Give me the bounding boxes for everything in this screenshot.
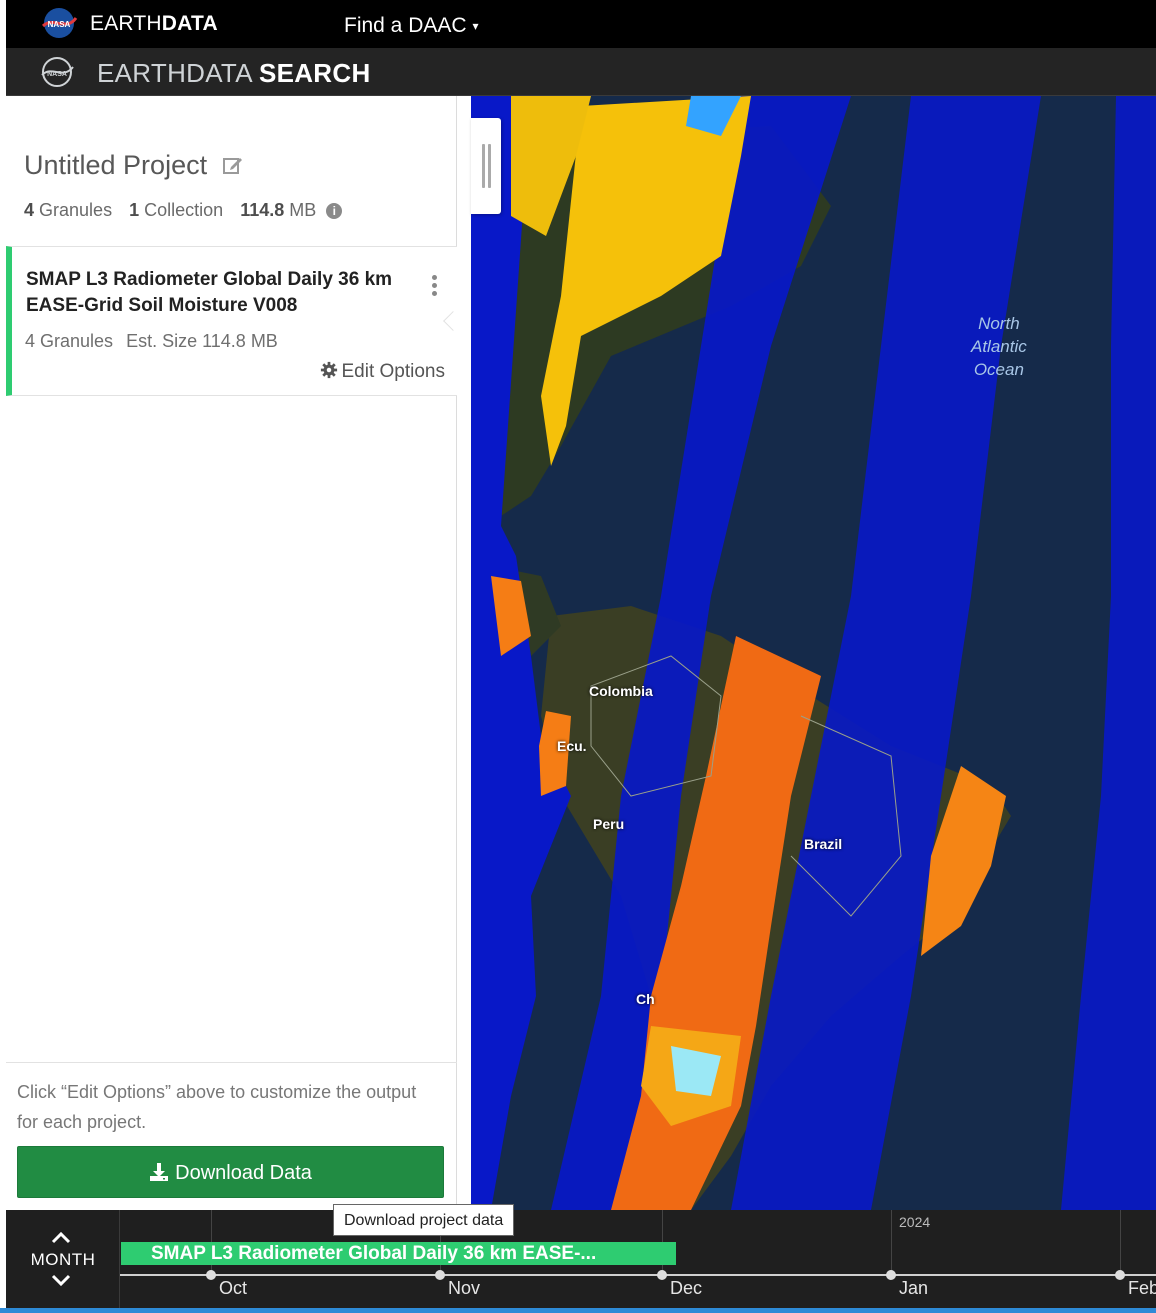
brand-suffix: DATA <box>161 12 218 35</box>
timeline-month-oct: Oct <box>219 1278 248 1298</box>
timeline-dot[interactable] <box>886 1270 896 1280</box>
earthdata-brand[interactable]: EARTHDATA <box>90 12 218 36</box>
timeline-tick <box>891 1210 892 1276</box>
kebab-icon[interactable] <box>432 275 438 297</box>
ocean-line-3: Ocean <box>973 360 1024 379</box>
timeline-year: 2024 <box>899 1214 931 1230</box>
ocean-line-1: North <box>978 314 1020 333</box>
project-stats: 4 Granules 1 Collection 114.8 MB i <box>24 200 354 221</box>
collection-meta: 4 Granules Est. Size 114.8 MB <box>25 331 286 352</box>
info-icon[interactable]: i <box>326 203 343 219</box>
edit-options-button[interactable]: Edit Options <box>320 361 446 383</box>
timeline[interactable]: MONTH 2024 SMAP L3 Radiometer Global Dai… <box>6 1210 1156 1310</box>
find-daac-menu[interactable]: Find a DAAC ▾ <box>344 14 479 38</box>
nasa-meatball-icon[interactable]: NASA <box>39 56 75 88</box>
map-label-chile: Ch <box>636 991 655 1007</box>
granules-label: Granules <box>39 200 113 220</box>
svg-text:NASA: NASA <box>47 71 67 78</box>
gear-icon <box>320 361 337 379</box>
timeline-dot[interactable] <box>206 1270 216 1280</box>
map-label-north-atlantic: North Atlantic Ocean <box>971 312 1027 381</box>
project-panel: Untitled Project 4 Granules 1 Collection… <box>6 96 463 1210</box>
map-label-ecuador: Ecu. <box>557 738 587 754</box>
earthdata-search-bar: NASA EARTHDATA SEARCH <box>6 48 1156 96</box>
collection-granules: 4 Granules <box>25 331 114 351</box>
timeline-bottom-border <box>0 1308 1156 1313</box>
svg-text:NASA: NASA <box>48 20 71 29</box>
footer-section: Click “Edit Options” above to customize … <box>6 1062 457 1132</box>
timeline-month-feb: Feb <box>1128 1278 1156 1298</box>
map-label-peru: Peru <box>593 816 625 832</box>
ocean-line-2: Atlantic <box>971 337 1027 356</box>
download-icon <box>150 1163 169 1181</box>
granules-count: 4 <box>24 200 35 220</box>
edit-options-label: Edit Options <box>341 361 446 382</box>
collection-card[interactable]: SMAP L3 Radiometer Global Daily 36 km EA… <box>6 246 457 396</box>
collection-title[interactable]: SMAP L3 Radiometer Global Daily 36 km EA… <box>26 267 426 319</box>
edit-icon[interactable] <box>222 154 244 176</box>
app-root: NASA EARTHDATA Find a DAAC ▾ NASA EARTHDA… <box>0 0 1156 1313</box>
download-tooltip: Download project data <box>333 1204 515 1236</box>
find-daac-label: Find a DAAC <box>344 14 467 37</box>
timeline-dot[interactable] <box>1115 1270 1125 1280</box>
timeline-zoom-label: MONTH <box>30 1250 96 1269</box>
footer-note: Click “Edit Options” above to customize … <box>17 1082 417 1132</box>
collection-est-size: Est. Size 114.8 MB <box>126 331 278 351</box>
timeline-dot[interactable] <box>435 1270 445 1280</box>
timeline-month-nov: Nov <box>448 1278 481 1298</box>
timeline-zoom-control: MONTH <box>6 1210 120 1310</box>
title-prefix: EARTHDATA <box>97 58 252 88</box>
chevron-down-icon: ▾ <box>472 19 479 34</box>
nasa-logo-icon[interactable]: NASA <box>40 6 78 40</box>
timeline-dot[interactable] <box>657 1270 667 1280</box>
timeline-month-jan: Jan <box>899 1278 929 1298</box>
size-unit: MB <box>289 200 317 220</box>
map-label-colombia: Colombia <box>589 683 653 699</box>
collections-count: 1 <box>129 200 140 220</box>
timeline-tick <box>1120 1210 1121 1276</box>
download-label: Download Data <box>175 1162 312 1184</box>
title-suffix: SEARCH <box>258 58 371 88</box>
map-label-brazil: Brazil <box>804 836 843 852</box>
timeline-month-dec: Dec <box>670 1278 703 1298</box>
timeline-granule-bar[interactable]: SMAP L3 Radiometer Global Daily 36 km EA… <box>121 1242 676 1265</box>
timeline-axis <box>120 1274 1156 1276</box>
panel-resize-handle[interactable] <box>471 118 501 214</box>
brand-prefix: EARTH <box>90 12 162 35</box>
project-title[interactable]: Untitled Project <box>24 150 207 181</box>
map-view[interactable]: Colombia Ecu. Peru Brazil Ch North Atlan… <box>471 96 1156 1210</box>
collections-label: Collection <box>144 200 224 220</box>
size-value: 114.8 <box>240 200 285 220</box>
earthdata-topbar: NASA EARTHDATA Find a DAAC ▾ <box>6 0 1156 48</box>
chevron-up-icon[interactable] <box>51 1230 71 1244</box>
download-data-button[interactable]: Download Data <box>17 1146 444 1198</box>
map-canvas[interactable] <box>471 96 1156 1210</box>
chevron-down-icon[interactable] <box>51 1274 71 1288</box>
earthdata-search-title[interactable]: EARTHDATA SEARCH <box>97 58 371 89</box>
